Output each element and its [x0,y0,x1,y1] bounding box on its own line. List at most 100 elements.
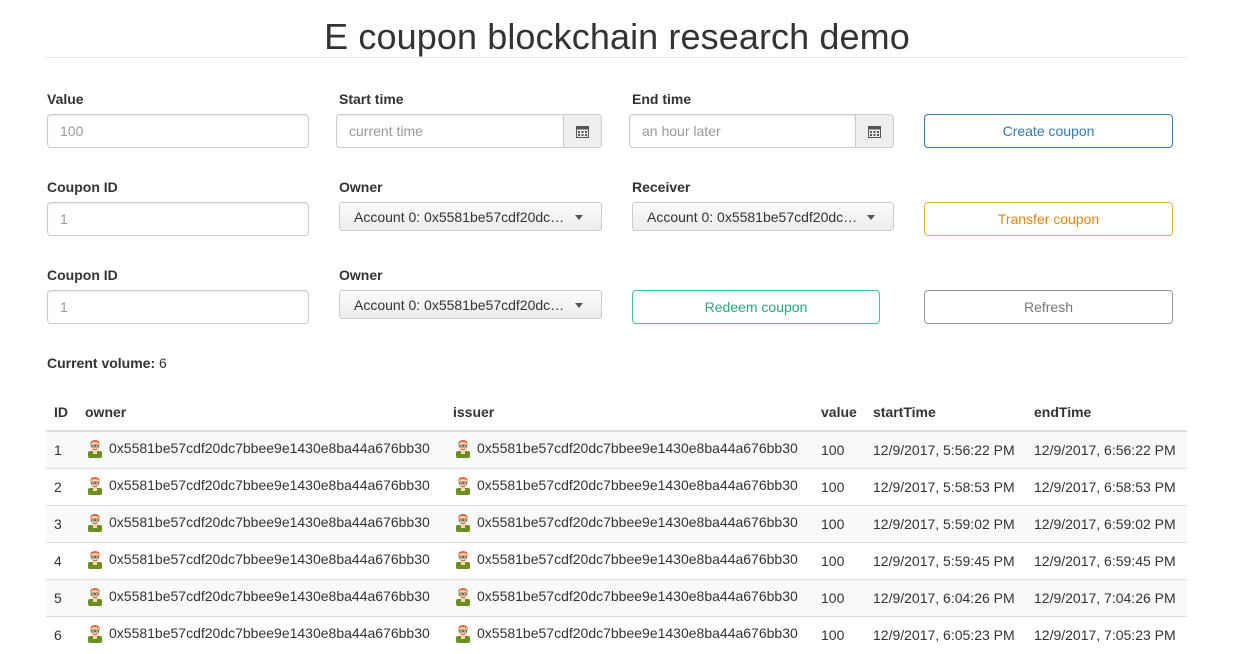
user-avatar-icon [456,625,470,644]
calendar-icon [576,125,589,138]
table-row: 3 0x5581be57cdf20dc7bbee9e1430e8ba44a676b… [46,504,1187,542]
transfer-coupon-id-placeholder: 1 [60,211,68,227]
coupon-table: ID owner issuer value startTime endTime … [46,393,1187,653]
owner-address: 0x5581be57cdf20dc7bbee9e1430e8ba44a676bb… [109,551,430,567]
user-avatar-icon [88,440,102,459]
table-row: 6 0x5581be57cdf20dc7bbee9e1430e8ba44a676b… [46,615,1187,653]
start-time-input[interactable]: current time [336,114,563,148]
issuer-address: 0x5581be57cdf20dc7bbee9e1430e8ba44a676bb… [477,588,798,604]
cell-owner: 0x5581be57cdf20dc7bbee9e1430e8ba44a676bb… [77,578,445,616]
create-coupon-button[interactable]: Create coupon [924,114,1173,148]
current-volume: Current volume: 6 [47,355,167,371]
receiver-selected: Account 0: 0x5581be57cdf20dc7bbee9e1430e… [647,208,863,225]
transfer-owner-select[interactable]: Account 0: 0x5581be57cdf20dc7bbee9e1430e… [339,202,602,231]
transfer-coupon-id-input[interactable]: 1 [47,202,309,236]
user-avatar-icon [456,440,470,459]
end-calendar-button[interactable] [855,114,894,148]
column-header-end-time: endTime [1026,393,1187,432]
transfer-coupon-button[interactable]: Transfer coupon [924,202,1173,236]
column-header-owner: owner [77,393,445,432]
end-time-input[interactable]: an hour later [629,114,855,148]
user-avatar-icon [456,514,470,532]
cell-value: 100 [813,541,865,579]
user-avatar-icon [456,477,470,495]
value-input-placeholder: 100 [60,123,84,139]
cell-owner: 0x5581be57cdf20dc7bbee9e1430e8ba44a676bb… [77,430,445,468]
user-avatar-icon [456,588,470,606]
cell-issuer: 0x5581be57cdf20dc7bbee9e1430e8ba44a676bb… [445,541,813,579]
start-time-placeholder: current time [349,123,423,139]
transfer-coupon-id-label: Coupon ID [47,179,118,195]
receiver-label: Receiver [632,179,691,195]
end-time-placeholder: an hour later [642,123,721,139]
owner-address: 0x5581be57cdf20dc7bbee9e1430e8ba44a676bb… [109,440,430,457]
cell-issuer: 0x5581be57cdf20dc7bbee9e1430e8ba44a676bb… [445,504,813,542]
receiver-select[interactable]: Account 0: 0x5581be57cdf20dc7bbee9e1430e… [632,202,894,231]
cell-end-time: 12/9/2017, 7:04:26 PM [1026,578,1187,616]
redeem-owner-select[interactable]: Account 0: 0x5581be57cdf20dc7bbee9e1430e… [339,290,602,319]
table-header-row: ID owner issuer value startTime endTime [46,393,1187,432]
cell-owner: 0x5581be57cdf20dc7bbee9e1430e8ba44a676bb… [77,615,445,653]
current-volume-label: Current volume: [47,355,156,371]
cell-id: 4 [46,541,77,579]
cell-owner: 0x5581be57cdf20dc7bbee9e1430e8ba44a676bb… [77,504,445,542]
redeem-coupon-id-label: Coupon ID [47,267,118,283]
refresh-button[interactable]: Refresh [924,290,1173,324]
caret-down-icon [575,215,583,220]
value-input[interactable]: 100 [47,114,309,148]
transfer-owner-selected: Account 0: 0x5581be57cdf20dc7bbee9e1430e… [354,208,571,225]
coupon-table-body: 1 0x5581be57cdf20dc7bbee9e1430e8ba44a676b… [46,430,1187,653]
start-time-picker: current time [336,114,602,148]
cell-value: 100 [813,467,865,505]
cell-id: 3 [46,504,77,542]
start-time-label: Start time [339,91,404,107]
redeem-owner-label: Owner [339,267,383,283]
owner-address: 0x5581be57cdf20dc7bbee9e1430e8ba44a676bb… [109,477,430,493]
page-title: E coupon blockchain research demo [324,16,910,57]
redeem-coupon-id-placeholder: 1 [60,299,68,315]
user-avatar-icon [456,551,470,569]
column-header-issuer: issuer [445,393,813,432]
cell-start-time: 12/9/2017, 5:59:02 PM [865,504,1026,542]
end-time-label: End time [632,91,692,107]
caret-down-icon [575,303,583,308]
cell-id: 2 [46,467,77,505]
issuer-address: 0x5581be57cdf20dc7bbee9e1430e8ba44a676bb… [477,440,798,457]
cell-value: 100 [813,504,865,542]
value-label: Value [47,91,84,107]
cell-owner: 0x5581be57cdf20dc7bbee9e1430e8ba44a676bb… [77,467,445,505]
column-header-value: value [813,393,865,432]
current-volume-value: 6 [159,355,167,371]
cell-end-time: 12/9/2017, 6:59:02 PM [1026,504,1187,542]
cell-start-time: 12/9/2017, 5:58:53 PM [865,467,1026,505]
calendar-icon [868,125,881,138]
cell-value: 100 [813,578,865,616]
cell-start-time: 12/9/2017, 5:59:45 PM [865,541,1026,579]
table-row: 2 0x5581be57cdf20dc7bbee9e1430e8ba44a676b… [46,467,1187,505]
cell-end-time: 12/9/2017, 6:58:53 PM [1026,467,1187,505]
title-divider [46,57,1187,58]
owner-address: 0x5581be57cdf20dc7bbee9e1430e8ba44a676bb… [109,588,430,604]
redeem-coupon-button[interactable]: Redeem coupon [632,290,880,324]
start-calendar-button[interactable] [563,114,602,148]
redeem-coupon-id-input[interactable]: 1 [47,290,309,324]
cell-end-time: 12/9/2017, 6:59:45 PM [1026,541,1187,579]
cell-issuer: 0x5581be57cdf20dc7bbee9e1430e8ba44a676bb… [445,615,813,653]
cell-start-time: 12/9/2017, 5:56:22 PM [865,430,1026,468]
cell-issuer: 0x5581be57cdf20dc7bbee9e1430e8ba44a676bb… [445,578,813,616]
user-avatar-icon [88,588,102,606]
user-avatar-icon [88,625,102,644]
cell-owner: 0x5581be57cdf20dc7bbee9e1430e8ba44a676bb… [77,541,445,579]
cell-issuer: 0x5581be57cdf20dc7bbee9e1430e8ba44a676bb… [445,467,813,505]
issuer-address: 0x5581be57cdf20dc7bbee9e1430e8ba44a676bb… [477,551,798,567]
user-avatar-icon [88,514,102,532]
issuer-address: 0x5581be57cdf20dc7bbee9e1430e8ba44a676bb… [477,625,798,642]
owner-address: 0x5581be57cdf20dc7bbee9e1430e8ba44a676bb… [109,514,430,530]
transfer-owner-label: Owner [339,179,383,195]
cell-value: 100 [813,615,865,653]
cell-start-time: 12/9/2017, 6:05:23 PM [865,615,1026,653]
user-avatar-icon [88,477,102,495]
table-row: 4 0x5581be57cdf20dc7bbee9e1430e8ba44a676b… [46,541,1187,579]
redeem-owner-selected: Account 0: 0x5581be57cdf20dc7bbee9e1430e… [354,296,571,313]
cell-start-time: 12/9/2017, 6:04:26 PM [865,578,1026,616]
